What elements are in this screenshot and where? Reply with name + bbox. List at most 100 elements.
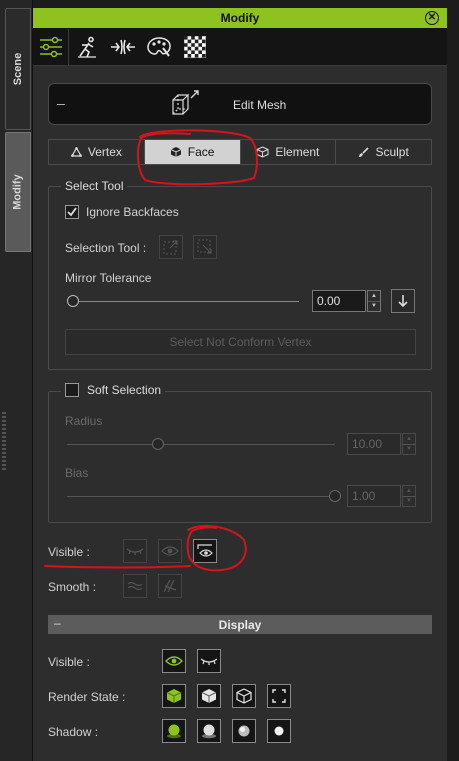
tab-vertex-label: Vertex (87, 145, 122, 159)
element-cube-icon (256, 146, 269, 158)
select-not-conform-button[interactable]: Select Not Conform Vertex (65, 329, 416, 355)
edit-mesh-button[interactable]: – Edit Mesh (48, 83, 432, 125)
select-tool-title: Select Tool (61, 179, 128, 193)
ignore-backfaces-row: Ignore Backfaces (65, 205, 179, 219)
tab-element[interactable]: Element (240, 139, 337, 165)
tab-sculpt-label: Sculpt (375, 145, 409, 159)
bias-track[interactable] (67, 496, 335, 497)
smooth-off-button[interactable] (158, 574, 182, 598)
radius-spinner[interactable]: ▲ ▼ (402, 433, 416, 455)
render-state-label: Render State : (48, 690, 126, 704)
pose-figure-icon[interactable] (69, 29, 105, 65)
smooth-on-button[interactable] (123, 574, 147, 598)
mirror-tolerance-field[interactable]: 0.00 (312, 290, 366, 312)
tab-sculpt[interactable]: Sculpt (336, 139, 432, 165)
collapse-icon[interactable]: – (54, 616, 61, 630)
diagonal-lines-icon (163, 579, 177, 593)
spin-down-icon[interactable]: ▼ (403, 495, 415, 507)
render-wire-button[interactable] (232, 684, 256, 708)
modify-panel: Modify ✕ – Edit Mesh Vertex Face Element… (33, 8, 447, 761)
bounding-corners-icon (272, 689, 286, 703)
solid-cube-green-icon (166, 689, 182, 703)
render-shaded-button[interactable] (197, 684, 221, 708)
soft-selection-checkbox[interactable] (65, 383, 79, 397)
eye-green-icon (165, 656, 183, 666)
checker-texture-icon[interactable] (177, 29, 213, 65)
render-solid-button[interactable] (162, 684, 186, 708)
panel-titlebar: Modify ✕ (33, 8, 447, 28)
display-visible-button[interactable] (162, 649, 186, 673)
show-all-faces-button[interactable] (193, 539, 217, 563)
shadow-receive-button[interactable] (232, 719, 256, 743)
side-tab-strip: Scene Modify (0, 0, 33, 761)
smooth-label: Smooth : (48, 580, 97, 594)
spin-up-icon[interactable]: ▲ (403, 486, 415, 496)
rect-select-icon (163, 240, 178, 255)
ignore-backfaces-label: Ignore Backfaces (86, 205, 179, 219)
show-faces-button[interactable] (158, 539, 182, 563)
ignore-backfaces-checkbox[interactable] (65, 205, 79, 219)
close-icon[interactable]: ✕ (425, 11, 439, 25)
soft-selection-group: Soft Selection Radius 10.00 ▲ ▼ Bias 1.00… (48, 383, 432, 523)
radius-field[interactable]: 10.00 (347, 433, 401, 455)
morph-arrows-icon[interactable] (105, 29, 141, 65)
lasso-select-button[interactable] (193, 235, 217, 259)
sphere-shadow-icon (202, 724, 216, 739)
shadow-cast-button[interactable] (197, 719, 221, 743)
bias-field[interactable]: 1.00 (347, 485, 401, 507)
bias-slider[interactable] (329, 490, 341, 502)
mirror-tolerance-slider[interactable] (67, 295, 79, 307)
eye-closed-icon (126, 548, 144, 555)
mirror-pick-button[interactable] (391, 289, 415, 313)
tab-vertex[interactable]: Vertex (48, 139, 145, 165)
spin-down-icon[interactable]: ▼ (368, 300, 380, 312)
visible-label: Visible : (48, 545, 90, 559)
modify-toolbar (33, 28, 447, 66)
eye-frame-icon (197, 544, 213, 557)
tab-scene-label: Scene (12, 52, 25, 86)
sphere-icon (274, 726, 284, 736)
soft-selection-title: Soft Selection (87, 383, 162, 397)
shadow-none-button[interactable] (267, 719, 291, 743)
display-hidden-button[interactable] (197, 649, 221, 673)
display-visible-label: Visible : (48, 655, 90, 669)
tab-modify[interactable]: Modify (5, 132, 31, 252)
spin-down-icon[interactable]: ▼ (403, 443, 415, 455)
tab-modify-label: Modify (12, 174, 25, 210)
spin-up-icon[interactable]: ▲ (368, 291, 380, 301)
display-title: Display (218, 617, 262, 632)
render-bounding-button[interactable] (267, 684, 291, 708)
soft-selection-header: Soft Selection (61, 383, 166, 397)
eye-icon (161, 546, 179, 556)
tab-face-label: Face (187, 145, 215, 159)
rect-select-button[interactable] (159, 235, 183, 259)
vertex-icon (70, 147, 82, 157)
mirror-tolerance-spinner[interactable]: ▲ ▼ (367, 290, 381, 312)
arrow-down-icon (398, 295, 408, 308)
shaded-cube-icon (201, 689, 217, 703)
resize-grip[interactable] (2, 412, 6, 470)
palette-icon[interactable] (141, 29, 177, 65)
radius-slider[interactable] (152, 438, 165, 450)
hide-faces-button[interactable] (123, 539, 147, 563)
mirror-tolerance-track[interactable] (73, 301, 299, 302)
display-section-header[interactable]: – Display (48, 615, 432, 634)
tab-face[interactable]: Face (144, 139, 241, 165)
sphere-shadow-green-icon (167, 724, 181, 739)
lasso-select-icon (197, 239, 212, 254)
collapse-icon[interactable]: – (57, 95, 65, 111)
selection-tool-label: Selection Tool : (65, 241, 147, 255)
radius-track[interactable] (67, 444, 335, 445)
sphere-shaded-icon (238, 725, 250, 737)
tab-scene[interactable]: Scene (5, 8, 31, 130)
sliders-icon[interactable] (33, 28, 69, 65)
mesh-cube-icon (169, 90, 201, 123)
shadow-full-button[interactable] (162, 719, 186, 743)
bias-spinner[interactable]: ▲ ▼ (402, 485, 416, 507)
wave-icon (127, 581, 143, 591)
panel-title: Modify (220, 11, 260, 25)
face-cube-icon (170, 147, 182, 157)
mesh-mode-tabs: Vertex Face Element Sculpt (48, 139, 432, 165)
spin-up-icon[interactable]: ▲ (403, 434, 415, 444)
tab-element-label: Element (275, 145, 320, 159)
